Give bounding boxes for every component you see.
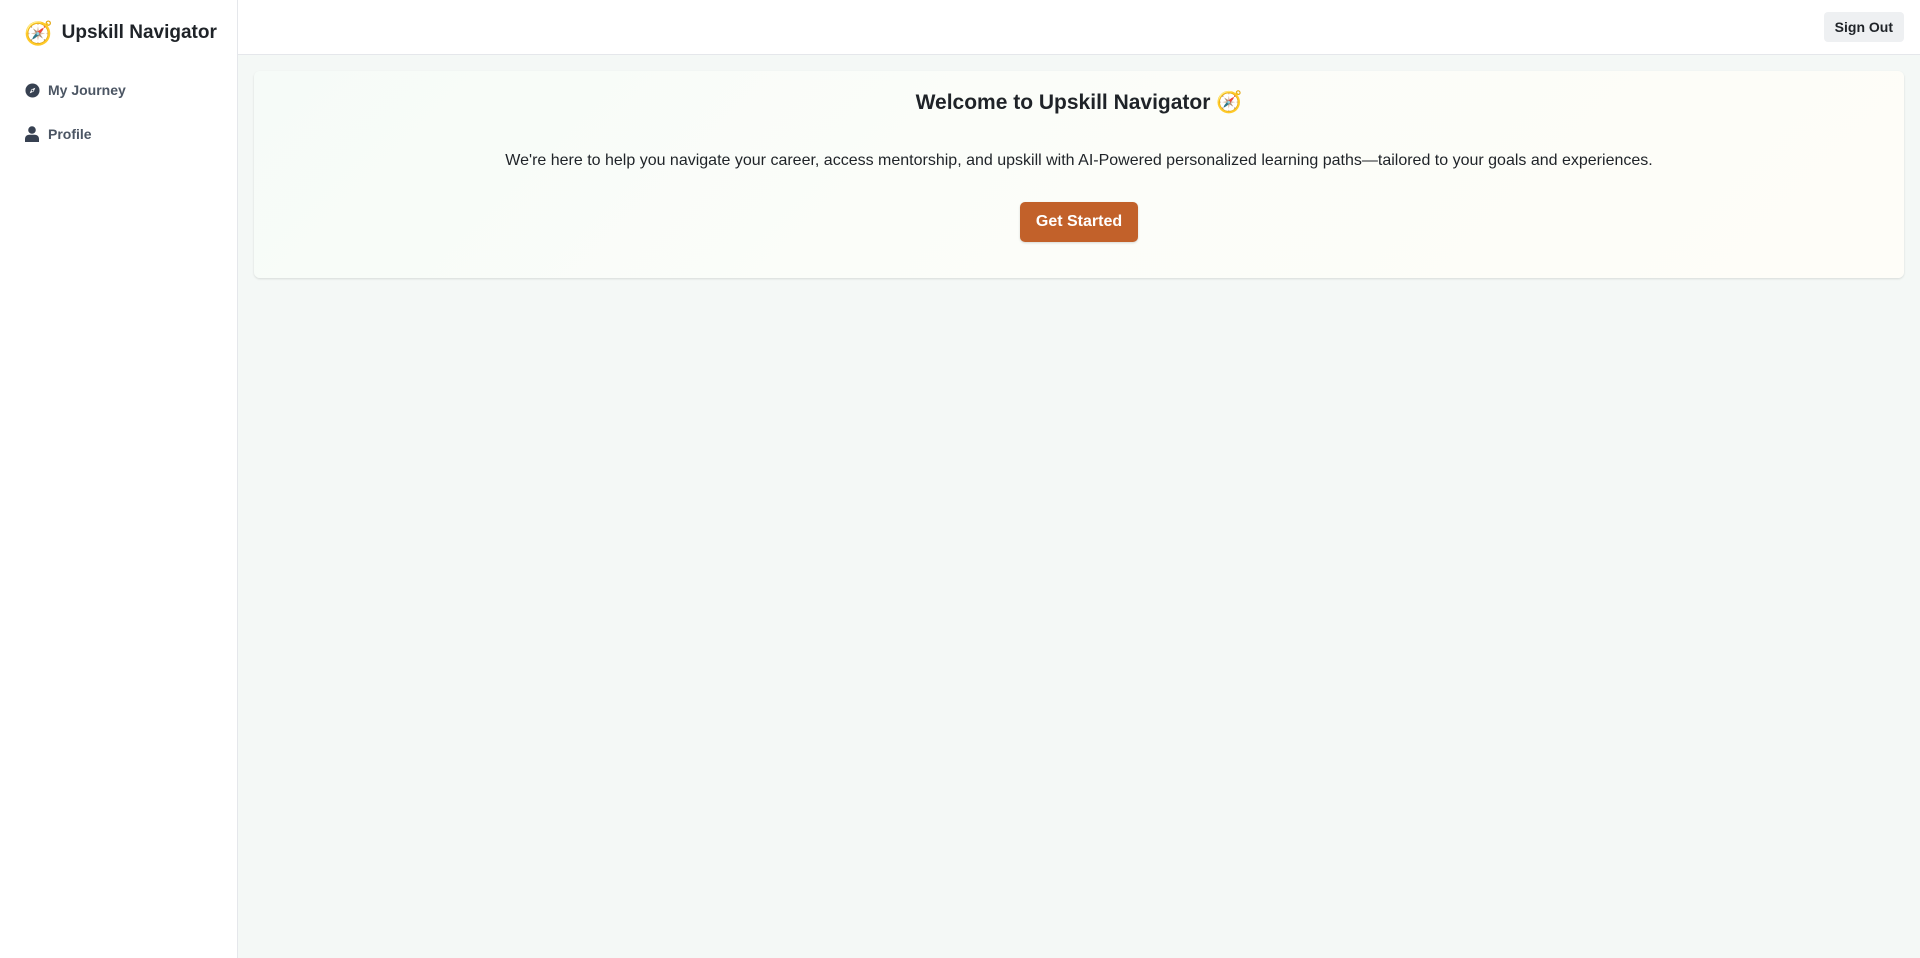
compass-icon [24, 82, 40, 98]
brand[interactable]: 🧭 Upskill Navigator [0, 0, 237, 66]
welcome-description: We're here to help you navigate your car… [505, 152, 1653, 169]
topbar: Sign Out [238, 0, 1920, 55]
sidebar-nav: My Journey Profile [0, 68, 237, 156]
app-root: 🧭 Upskill Navigator My Journey Profile S… [0, 0, 1920, 958]
sign-out-button[interactable]: Sign Out [1823, 12, 1904, 42]
user-icon [24, 126, 40, 142]
brand-title: Upskill Navigator [61, 22, 217, 43]
sidebar-item-profile[interactable]: Profile [0, 112, 237, 156]
sidebar-item-my-journey[interactable]: My Journey [0, 68, 237, 112]
content: Welcome to Upskill Navigator 🧭 We're her… [238, 55, 1920, 278]
welcome-title: Welcome to Upskill Navigator 🧭 [915, 91, 1243, 114]
main-area: Sign Out Welcome to Upskill Navigator 🧭 … [238, 0, 1920, 958]
sidebar-item-label: My Journey [48, 82, 126, 98]
sidebar-item-label: Profile [48, 126, 92, 142]
get-started-button[interactable]: Get Started [1019, 202, 1139, 242]
compass-emoji-icon: 🧭 [24, 19, 53, 46]
sidebar: 🧭 Upskill Navigator My Journey Profile [0, 0, 238, 958]
welcome-card: Welcome to Upskill Navigator 🧭 We're her… [254, 71, 1904, 278]
